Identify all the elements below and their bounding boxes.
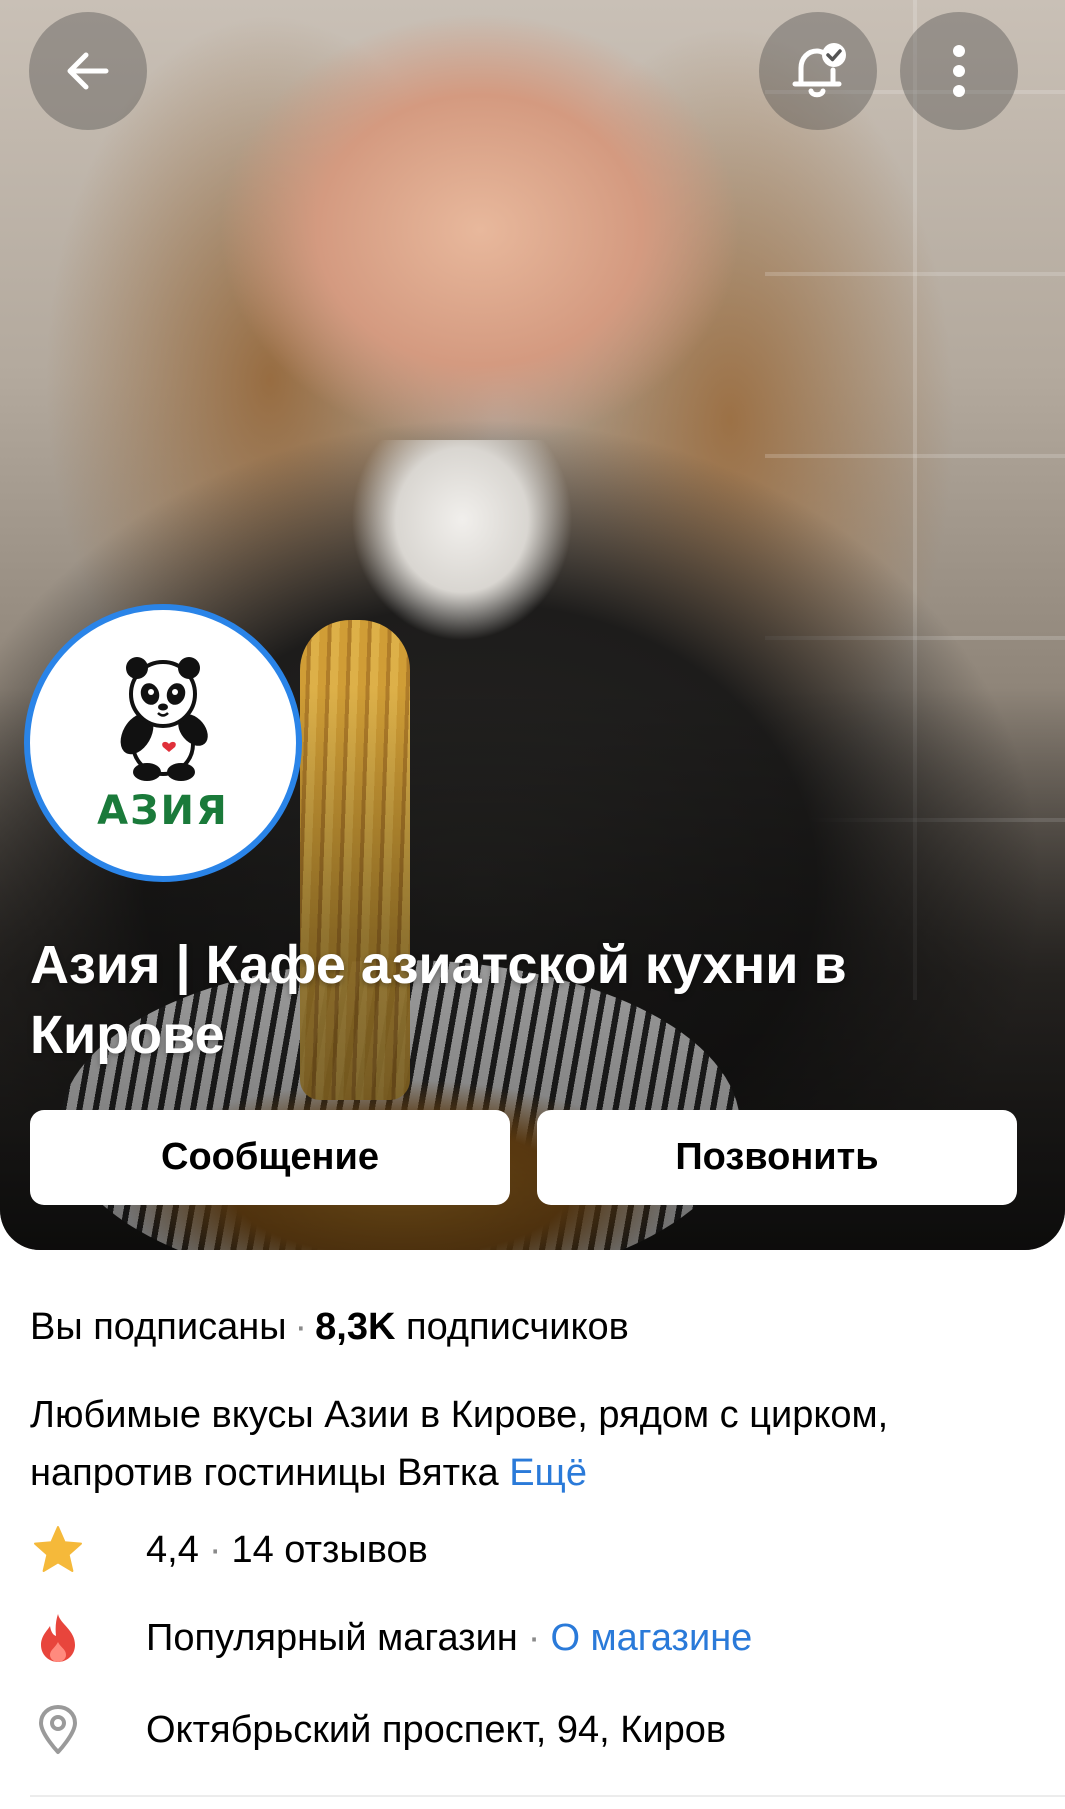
notifications-button[interactable] bbox=[759, 12, 877, 130]
subscription-info[interactable]: Вы подписаны · 8,3K подписчиков bbox=[30, 1306, 629, 1349]
about-shop-link[interactable]: О магазине bbox=[550, 1617, 752, 1660]
shop-description: Любимые вкусы Азии в Кирове, рядом с цир… bbox=[30, 1386, 1030, 1502]
call-button[interactable]: Позвонить bbox=[537, 1110, 1017, 1205]
more-link[interactable]: Ещё bbox=[509, 1452, 587, 1494]
panda-logo-icon bbox=[120, 657, 208, 781]
divider bbox=[30, 1795, 1065, 1797]
address-text: Октябрьский проспект, 94, Киров bbox=[146, 1708, 727, 1751]
rating-value: 4,4 bbox=[146, 1528, 199, 1571]
location-pin-icon bbox=[30, 1702, 86, 1758]
separator: · bbox=[527, 1616, 541, 1659]
shop-avatar[interactable]: АЗИЯ bbox=[24, 604, 302, 882]
popular-row: Популярный магазин · О магазине bbox=[30, 1608, 752, 1668]
subscriber-count: 8,3K bbox=[315, 1306, 396, 1348]
rating-row[interactable]: 4,4 · 14 отзывов bbox=[30, 1520, 428, 1580]
subscription-status: Вы подписаны bbox=[30, 1306, 287, 1348]
shop-title: Азия | Кафе азиатской кухни в Кирове bbox=[30, 935, 847, 1065]
star-icon bbox=[30, 1522, 86, 1578]
cover-photo: АЗИЯ Азия | Кафе азиатской кухни в Киров… bbox=[0, 0, 1065, 1250]
separator: · bbox=[294, 1306, 308, 1348]
separator: · bbox=[208, 1528, 222, 1571]
more-options-button[interactable] bbox=[900, 12, 1018, 130]
fire-icon bbox=[30, 1610, 86, 1666]
more-vertical-icon bbox=[953, 45, 965, 97]
subscriber-count-label: подписчиков bbox=[406, 1306, 629, 1348]
description-text: Любимые вкусы Азии в Кирове, рядом с цир… bbox=[30, 1394, 889, 1494]
message-button[interactable]: Сообщение bbox=[30, 1110, 510, 1205]
bell-check-icon bbox=[792, 43, 846, 98]
reviews-count: 14 отзывов bbox=[231, 1528, 428, 1571]
address-row[interactable]: Октябрьский проспект, 94, Киров bbox=[30, 1700, 726, 1760]
logo-text: АЗИЯ bbox=[97, 788, 229, 834]
back-button[interactable] bbox=[29, 12, 147, 130]
back-arrow-icon bbox=[67, 52, 109, 90]
popular-label: Популярный магазин bbox=[146, 1616, 518, 1659]
